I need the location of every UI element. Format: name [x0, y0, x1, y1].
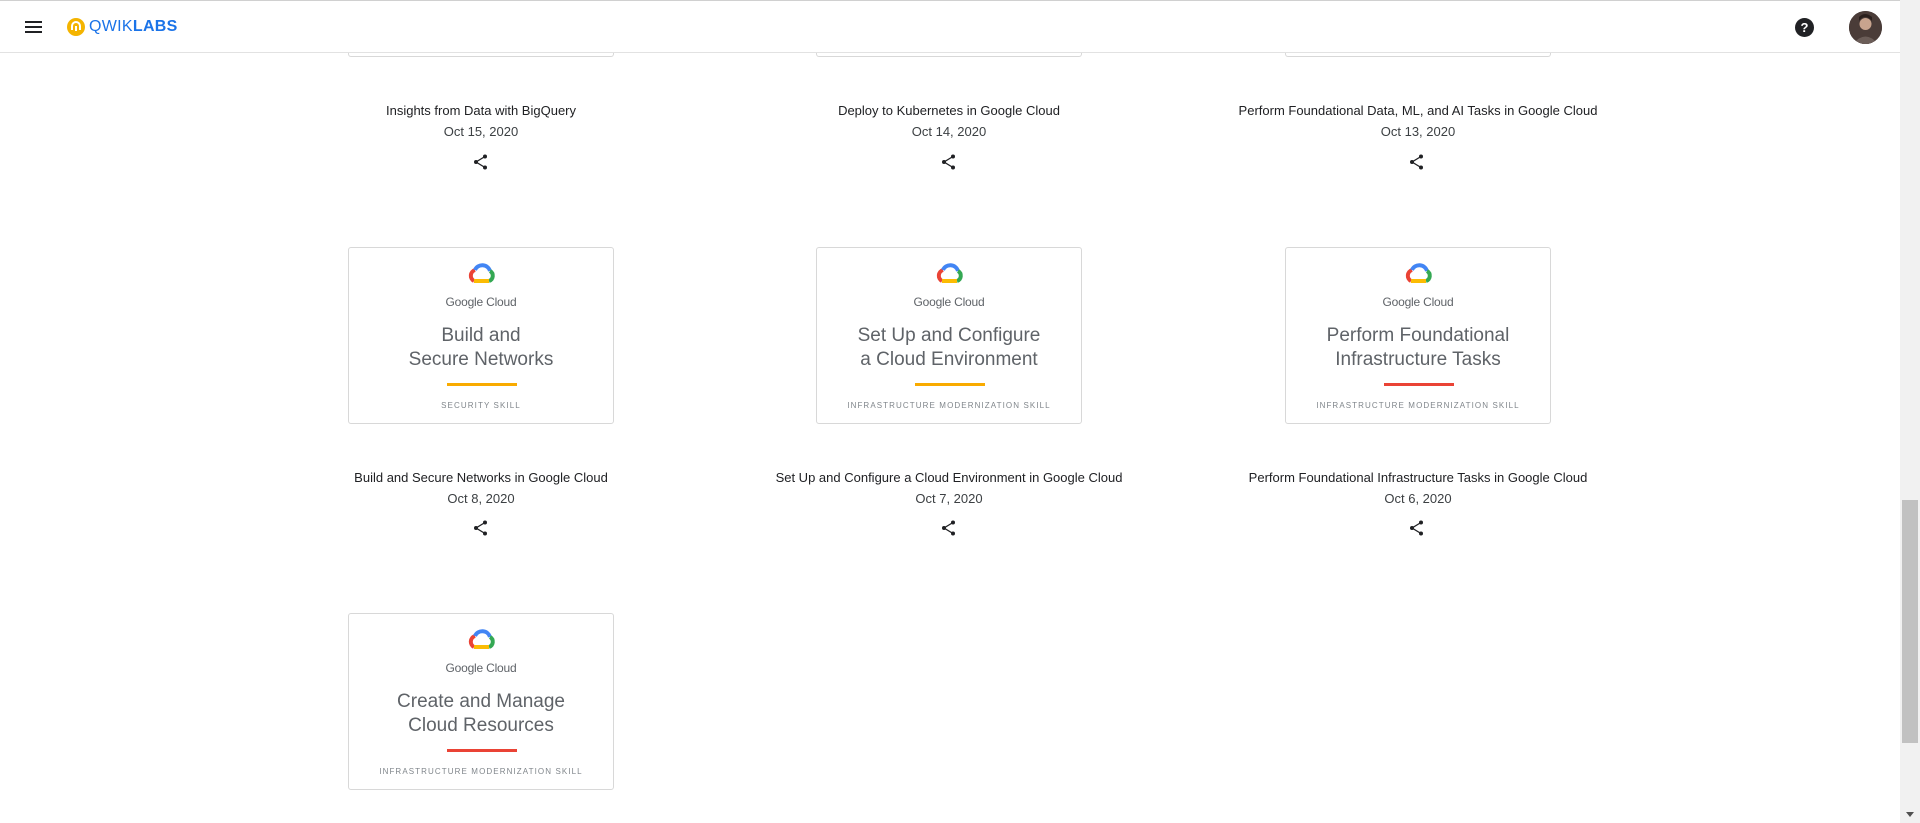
badge-date: Oct 13, 2020: [1380, 124, 1456, 139]
google-cloud-icon: [936, 263, 963, 283]
share-icon[interactable]: [1408, 153, 1426, 171]
menu-icon[interactable]: [22, 15, 46, 39]
badge-title: Build and Secure Networks in Google Clou…: [354, 470, 608, 485]
logo-text: QWIKLABS: [89, 18, 178, 35]
google-cloud-wordmark: Google Cloud: [445, 661, 517, 675]
badge-card-title: Set Up and Configure a Cloud Environment: [857, 325, 1041, 370]
badge-card-title: Create and Manage Cloud Resources: [397, 691, 565, 736]
google-cloud-icon: [1405, 263, 1432, 283]
qwiklabs-logo[interactable]: QWIKLABS: [66, 16, 178, 38]
badge-divider: [1384, 383, 1454, 386]
share-icon[interactable]: [1408, 519, 1426, 537]
badge-date: Oct 7, 2020: [915, 491, 983, 506]
qwiklabs-logo-icon: [67, 18, 85, 36]
vertical-scrollbar[interactable]: [1900, 0, 1920, 823]
badge-title: Set Up and Configure a Cloud Environment…: [775, 470, 1123, 485]
help-icon[interactable]: ?: [1795, 18, 1814, 37]
share-icon[interactable]: [940, 153, 958, 171]
badge-title: Perform Foundational Data, ML, and AI Ta…: [1238, 103, 1598, 118]
avatar-image: [1849, 11, 1882, 44]
badge-date: Oct 14, 2020: [911, 124, 987, 139]
badge-skill-label: INFRASTRUCTURE MODERNIZATION SKILL: [847, 401, 1051, 410]
scrollbar-thumb[interactable]: [1902, 500, 1918, 743]
badge-title: Insights from Data with BigQuery: [385, 103, 577, 118]
badge-date: Oct 15, 2020: [443, 124, 519, 139]
scroll-down-arrow-icon[interactable]: [1906, 812, 1914, 817]
top-app-bar: QWIKLABS ?: [0, 0, 1900, 53]
badge-card-title: Build and Secure Networks: [408, 325, 554, 370]
badge-card[interactable]: Google Cloud Set Up and Configure a Cloud…: [816, 247, 1082, 424]
google-cloud-wordmark: Google Cloud: [913, 295, 985, 309]
badge-title: Perform Foundational Infrastructure Task…: [1248, 470, 1588, 485]
badge-card-title: Perform Foundational Infrastructure Tasks: [1326, 325, 1510, 370]
badge-skill-label: INFRASTRUCTURE MODERNIZATION SKILL: [1316, 401, 1520, 410]
badge-card[interactable]: Google Cloud Perform Foundational Infrast…: [1285, 247, 1551, 424]
badge-divider: [447, 749, 517, 752]
badge-divider: [915, 383, 985, 386]
badge-skill-label: SECURITY SKILL: [441, 401, 521, 410]
badge-card[interactable]: Google Cloud Build and Secure Networks SE…: [348, 247, 614, 424]
badge-divider: [447, 383, 517, 386]
share-icon[interactable]: [472, 519, 490, 537]
share-icon[interactable]: [472, 153, 490, 171]
badge-skill-label: INFRASTRUCTURE MODERNIZATION SKILL: [379, 767, 583, 776]
google-cloud-wordmark: Google Cloud: [445, 295, 517, 309]
google-cloud-wordmark: Google Cloud: [1382, 295, 1454, 309]
google-cloud-icon: [468, 629, 495, 649]
badge-title: Deploy to Kubernetes in Google Cloud: [838, 103, 1060, 118]
badge-date: Oct 8, 2020: [447, 491, 515, 506]
share-icon[interactable]: [940, 519, 958, 537]
badge-date: Oct 6, 2020: [1384, 491, 1452, 506]
avatar[interactable]: [1849, 11, 1882, 44]
badge-card[interactable]: Google Cloud Create and Manage Cloud Reso…: [348, 613, 614, 790]
google-cloud-icon: [468, 263, 495, 283]
